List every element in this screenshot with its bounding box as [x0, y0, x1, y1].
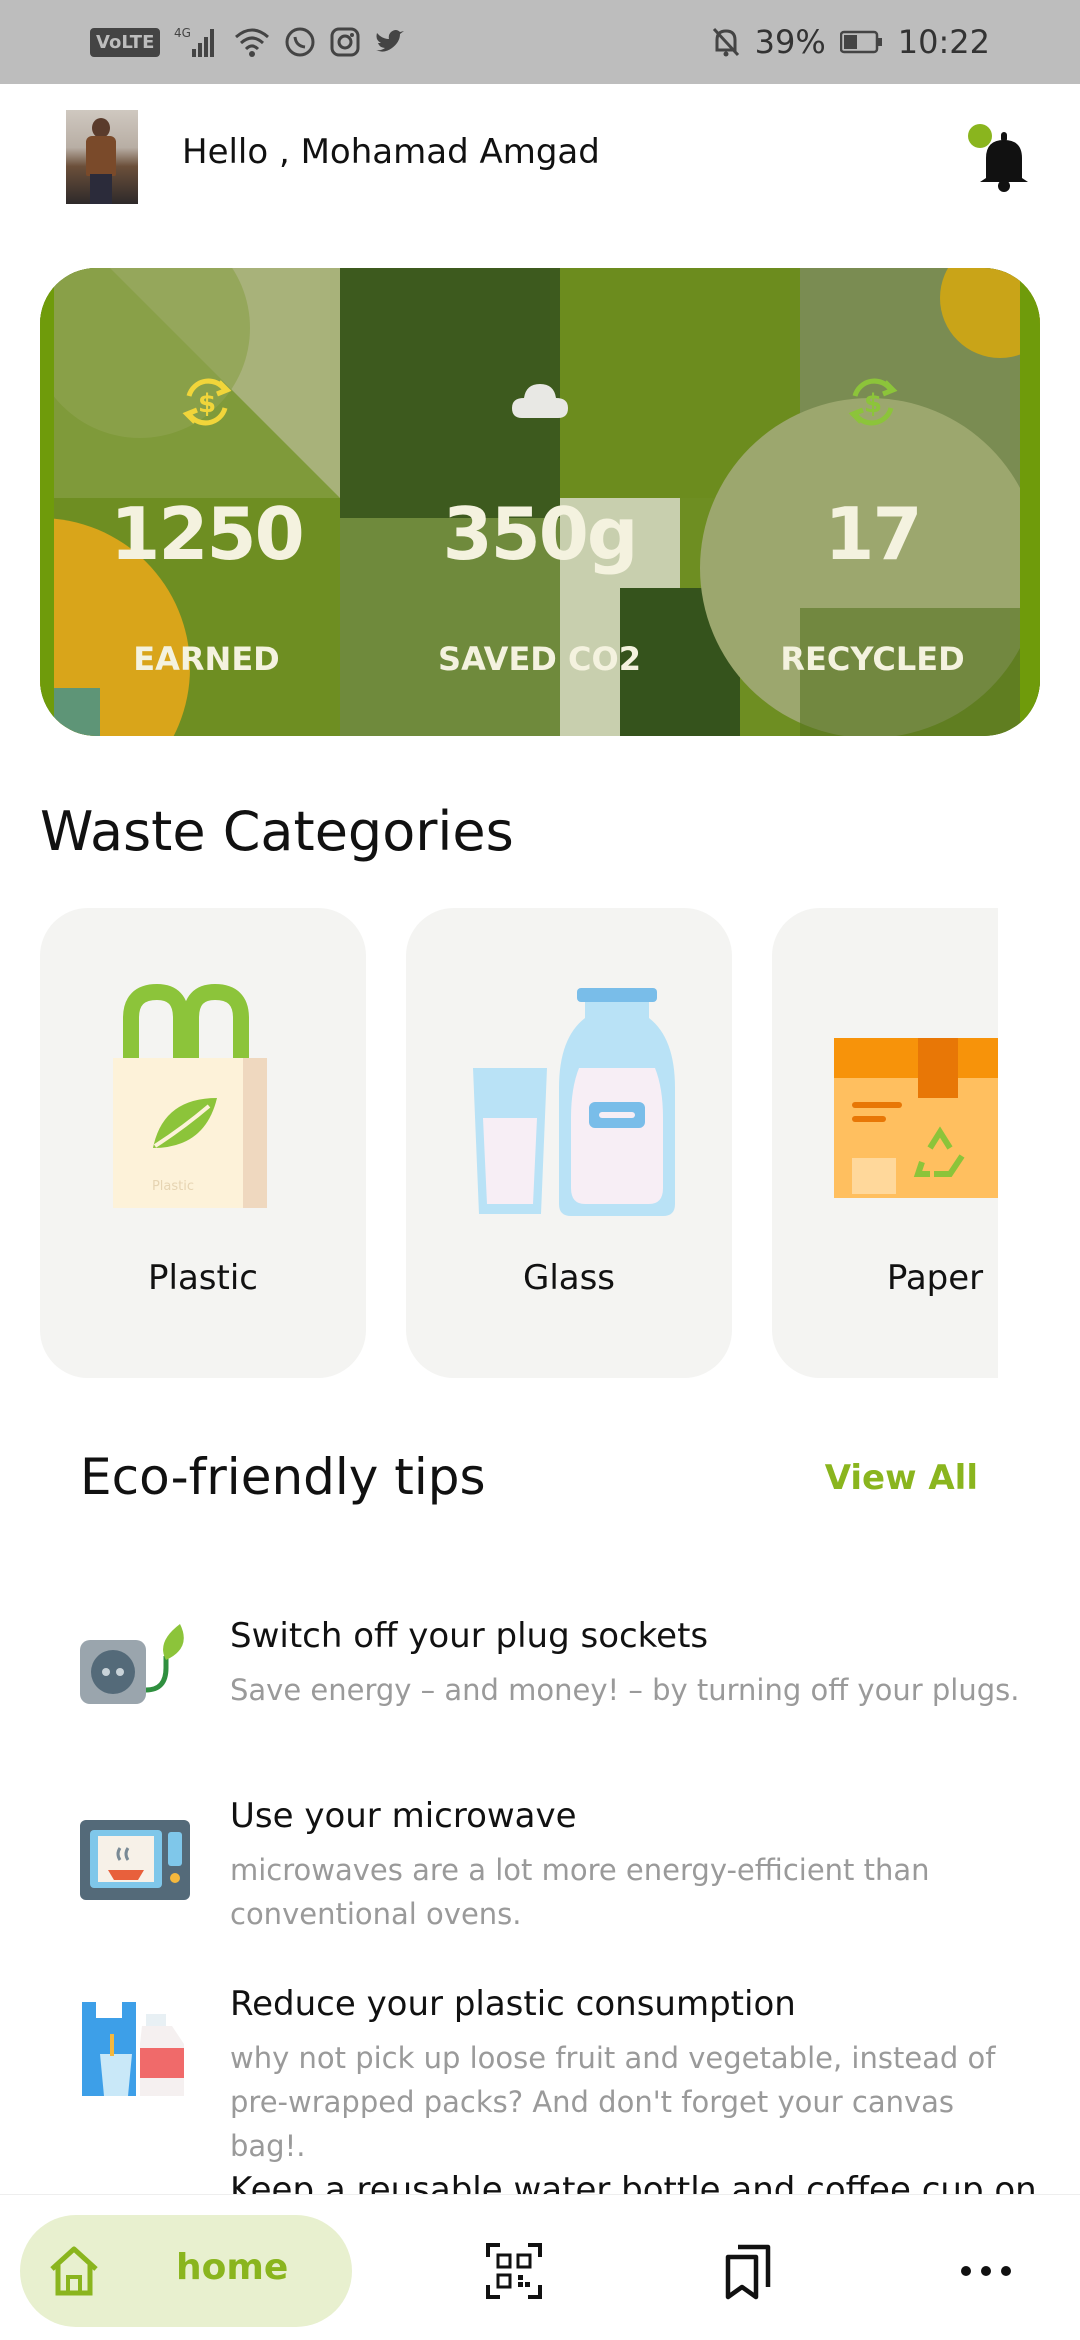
signal-icon: 4G [174, 25, 220, 59]
tip-title: Use your microwave [230, 1796, 577, 1836]
instagram-icon [330, 27, 360, 57]
category-card-paper[interactable]: Paper [772, 908, 998, 1378]
view-all-link[interactable]: View All [825, 1458, 978, 1498]
cloud-icon [511, 384, 568, 418]
categories-carousel[interactable]: Plastic Plastic Glass Paper [40, 908, 998, 1378]
tip-description: Save energy – and money! – by turning of… [230, 1673, 1020, 1707]
nav-home-button[interactable]: home [20, 2215, 352, 2327]
stat-value: 17 [824, 492, 922, 576]
notification-dot [968, 124, 992, 148]
stats-card: $ 1250 EARNED 350g SAVED CO2 $ 17 RECYCL… [40, 268, 1040, 736]
tip-description: why not pick up loose fruit and vegetabl… [230, 2041, 996, 2163]
battery-percent: 39% [754, 23, 826, 61]
svg-text:$: $ [197, 389, 215, 419]
greeting-text: Hello , Mohamad Amgad [182, 132, 600, 172]
avatar[interactable] [66, 110, 138, 204]
volte-badge: VoLTE [90, 27, 161, 57]
currency-exchange-icon: $ [182, 378, 231, 426]
paper-box-icon [834, 1038, 998, 1198]
nav-bookmarks-button[interactable] [720, 2241, 780, 2301]
category-card-glass[interactable]: Glass [406, 908, 732, 1378]
more-icon [961, 2266, 1011, 2276]
stat-recycled: $ 17 RECYCLED [706, 268, 1039, 736]
microwave-icon [80, 1820, 190, 1900]
qr-code-icon [486, 2243, 542, 2299]
stat-label: EARNED [133, 640, 280, 678]
categories-title: Waste Categories [40, 800, 514, 863]
plastic-consumption-icon [82, 2002, 184, 2096]
plastic-bag-icon: Plastic [113, 983, 267, 1208]
notification-button[interactable] [968, 124, 1038, 194]
nav-more-button[interactable] [956, 2241, 1016, 2301]
category-label: Plastic [148, 1258, 258, 1298]
stat-earned: $ 1250 EARNED [40, 268, 373, 736]
tips-title: Eco-friendly tips [80, 1448, 486, 1506]
bell-off-icon [711, 26, 741, 58]
header: Hello , Mohamad Amgad [0, 84, 1080, 270]
category-label: Glass [522, 1258, 616, 1298]
category-label: Paper [886, 1258, 984, 1298]
bottom-navigation: home [0, 2194, 1080, 2340]
plug-socket-icon [80, 1624, 184, 1704]
status-left: VoLTE 4G [90, 25, 406, 59]
network-type-label: 4G [174, 26, 191, 40]
tip-title: Switch off your plug sockets [230, 1616, 709, 1656]
stat-saved-co2: 350g SAVED CO2 [373, 268, 706, 736]
twitter-icon [374, 28, 406, 56]
wifi-icon [234, 27, 270, 57]
glass-bottle-icon [473, 988, 675, 1216]
nav-qr-scan-button[interactable] [484, 2241, 544, 2301]
whatsapp-icon [284, 26, 316, 58]
stat-label: SAVED CO2 [438, 640, 641, 678]
tip-title: Reduce your plastic consumption [230, 1984, 796, 2024]
stat-label: RECYCLED [780, 640, 965, 678]
tip-description: microwaves are a lot more energy-efficie… [230, 1853, 930, 1931]
status-time: 10:22 [897, 23, 990, 61]
battery-icon [839, 30, 884, 54]
status-bar: VoLTE 4G 39% 10:22 [0, 0, 1080, 84]
svg-text:$: $ [863, 389, 881, 419]
recycle-icon: $ [848, 378, 897, 426]
stat-value: 350g [442, 492, 639, 576]
stat-value: 1250 [110, 492, 304, 576]
category-card-plastic[interactable]: Plastic Plastic [40, 908, 366, 1378]
home-icon [50, 2246, 98, 2296]
bookmarks-icon [725, 2244, 771, 2300]
status-right: 39% 10:22 [711, 23, 990, 61]
svg-text:Plastic: Plastic [152, 1179, 194, 1194]
nav-home-label: home [176, 2247, 289, 2288]
